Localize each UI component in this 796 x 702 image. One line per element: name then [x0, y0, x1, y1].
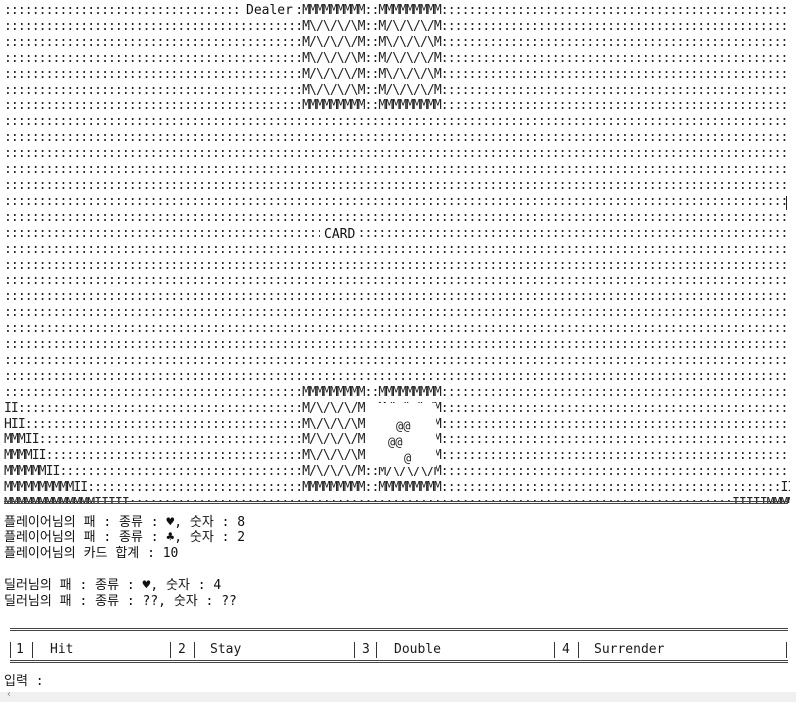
card-label: CARD	[320, 227, 360, 243]
option-hit[interactable]: Hit	[50, 641, 73, 659]
divider-menu-bottom	[10, 660, 788, 663]
face-nose: @@	[388, 435, 403, 449]
option-4-number: 4	[562, 642, 570, 657]
input-prompt[interactable]: 입력 :	[4, 674, 44, 690]
menu-separator	[170, 642, 171, 658]
player-card-1: 플레이어님의 패 : 종류 : ♥, 숫자 : 8	[4, 515, 246, 530]
menu-separator	[376, 642, 377, 658]
menu-separator	[354, 642, 355, 658]
option-2-number: 2	[178, 642, 186, 657]
horizontal-scrollbar[interactable]: ‹	[0, 689, 796, 702]
scroll-left-icon[interactable]: ‹	[6, 689, 12, 700]
menu-separator	[786, 642, 787, 658]
dealer-card-1: 딜러님의 패 : 종류 : ♥, 숫자 : 4	[4, 578, 222, 593]
ascii-card-table: ::::::::::::::::::::::::::::::::::::::::…	[4, 3, 790, 503]
option-stay[interactable]: Stay	[210, 641, 241, 659]
option-surrender[interactable]: Surrender	[594, 641, 664, 659]
menu-separator	[10, 642, 11, 658]
divider-top	[4, 501, 788, 504]
player-total: 플레이어님의 카드 합계 : 10	[4, 546, 179, 561]
divider-menu-top	[10, 628, 788, 631]
option-1-number: 1	[16, 642, 24, 657]
face-mouth: @	[404, 451, 412, 465]
menu-separator	[194, 642, 195, 658]
text-cursor	[786, 196, 787, 210]
dealer-card-2: 딜러님의 패 : 종류 : ??, 숫자 : ??	[4, 594, 237, 609]
menu-separator	[578, 642, 579, 658]
dealer-face-art: @@ @@ @	[366, 403, 436, 467]
player-card-2: 플레이어님의 패 : 종류 : ♣, 숫자 : 2	[4, 530, 246, 545]
dealer-label: Dealer	[242, 3, 297, 19]
option-double[interactable]: Double	[394, 641, 441, 659]
action-menu: 1 Hit 2 Stay 3 Double 4 Surrender	[10, 641, 788, 659]
option-3-number: 3	[362, 642, 370, 657]
face-eyes: @@	[396, 419, 411, 433]
menu-separator	[554, 642, 555, 658]
menu-separator	[32, 642, 33, 658]
